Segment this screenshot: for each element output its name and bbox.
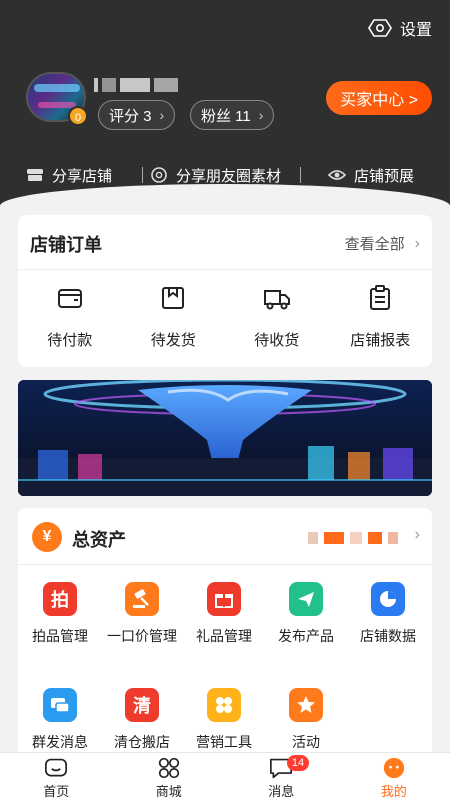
order-pending-shipment-label: 待发货 — [150, 332, 196, 349]
eye-icon — [328, 170, 346, 180]
order-pending-payment[interactable]: 待付款 — [18, 283, 122, 350]
wallet-icon — [57, 289, 82, 308]
tool-store-data[interactable]: 店铺数据 — [346, 582, 430, 646]
tool-fixed-price-manage[interactable]: 一口价管理 — [100, 582, 184, 646]
chevron-right-icon: › — [414, 234, 420, 252]
fans-label: 粉丝 11 — [201, 107, 251, 125]
store-report[interactable]: 店铺报表 — [329, 283, 433, 350]
star-icon — [289, 688, 323, 722]
total-assets-title: 总资产 — [72, 530, 126, 550]
yuan-icon: ¥ — [32, 522, 62, 552]
chevron-right-icon: › — [159, 107, 165, 123]
pie-chart-icon — [371, 582, 405, 616]
tool-marketing[interactable]: 营销工具 — [182, 688, 266, 752]
buyer-center-button[interactable]: 买家中心 > — [326, 81, 432, 115]
settings-icon — [368, 19, 392, 37]
chat-bubble-icon — [43, 688, 77, 722]
tool-store-data-label: 店铺数据 — [360, 628, 416, 644]
send-icon — [289, 582, 323, 616]
truck-icon — [263, 290, 290, 310]
tab-mall[interactable]: 商城 — [113, 753, 226, 800]
tool-gift-manage-label: 礼品管理 — [196, 628, 252, 644]
profile-header: 设置 0 评分 3 › 粉丝 11 › 买家中心 > 分享店铺 分享朋友圈素材 … — [0, 0, 450, 206]
store-preview-label: 店铺预展 — [354, 167, 415, 185]
clipboard-icon — [370, 285, 391, 310]
username-redacted — [94, 76, 204, 94]
assets-amount-redacted[interactable] — [308, 532, 398, 544]
auction-icon: 拍 — [43, 582, 77, 616]
tool-broadcast-message[interactable]: 群发消息 — [18, 688, 102, 752]
chevron-right-icon[interactable]: › — [415, 526, 420, 544]
arcade-banner-image — [18, 380, 432, 496]
home-icon — [45, 758, 68, 777]
tool-auction-manage[interactable]: 拍 拍品管理 — [18, 582, 102, 646]
order-pending-payment-label: 待付款 — [47, 332, 93, 349]
tool-publish-product[interactable]: 发布产品 — [264, 582, 348, 646]
tool-marketing-label: 营销工具 — [196, 734, 252, 750]
fans-chip[interactable]: 粉丝 11 › — [190, 100, 275, 130]
bottom-tab-bar: 首页 商城 14 消息 我的 — [0, 752, 450, 800]
tool-clearance-move-label: 清仓搬店 — [114, 734, 170, 750]
tab-messages[interactable]: 14 消息 — [225, 753, 338, 800]
apps-grid-icon — [158, 757, 179, 779]
tool-auction-manage-label: 拍品管理 — [32, 628, 88, 644]
share-store-label: 分享店铺 — [52, 167, 113, 185]
tool-fixed-price-manage-label: 一口价管理 — [107, 628, 177, 644]
tab-mine-label: 我的 — [380, 784, 407, 799]
view-all-label: 查看全部 — [344, 236, 405, 253]
message-count-badge: 14 — [287, 755, 309, 771]
share-store-button[interactable]: 分享店铺 — [26, 165, 112, 186]
clearance-icon: 清 — [125, 688, 159, 722]
store-icon — [27, 169, 43, 181]
score-label: 评分 3 — [109, 107, 152, 125]
camera-aperture-icon — [151, 167, 167, 183]
total-assets-card: ¥ 总资产 › 拍 拍品管理 一口价管理 礼品管理 发布产品 店铺数据 群发消息… — [18, 508, 432, 752]
store-orders-card: 店铺订单 查看全部 › 待付款 待发货 待收货 店铺报表 — [18, 215, 432, 367]
tool-gift-manage[interactable]: 礼品管理 — [182, 582, 266, 646]
profile-face-icon — [383, 757, 404, 779]
tool-activity-label: 活动 — [292, 734, 320, 750]
chevron-right-icon: › — [258, 107, 264, 123]
share-moments-button[interactable]: 分享朋友圈素材 — [150, 165, 281, 186]
order-pending-receipt-label: 待收货 — [254, 332, 300, 349]
order-pending-receipt[interactable]: 待收货 — [225, 283, 329, 350]
tab-home[interactable]: 首页 — [0, 753, 113, 800]
settings-label: 设置 — [399, 22, 432, 39]
share-moments-label: 分享朋友圈素材 — [176, 167, 282, 185]
score-chip[interactable]: 评分 3 › — [98, 100, 176, 130]
tab-messages-label: 消息 — [268, 784, 295, 799]
tab-home-label: 首页 — [43, 784, 70, 799]
store-orders-title: 店铺订单 — [30, 235, 102, 255]
store-preview-button[interactable]: 店铺预展 — [328, 165, 414, 186]
store-report-label: 店铺报表 — [350, 332, 411, 349]
grid-icon — [207, 688, 241, 722]
tool-broadcast-message-label: 群发消息 — [32, 734, 88, 750]
avatar-level-badge: 0 — [68, 106, 88, 126]
tab-mall-label: 商城 — [155, 784, 182, 799]
buyer-center-label: 买家中心 > — [340, 92, 418, 109]
package-icon — [162, 287, 185, 309]
tool-publish-product-label: 发布产品 — [278, 628, 334, 644]
gavel-icon — [125, 582, 159, 616]
promo-banner[interactable] — [18, 380, 432, 496]
settings-button[interactable]: 设置 — [368, 16, 432, 40]
gift-icon — [207, 582, 241, 616]
order-pending-shipment[interactable]: 待发货 — [122, 283, 226, 350]
view-all-orders-link[interactable]: 查看全部 › — [345, 233, 420, 254]
tool-clearance-move[interactable]: 清 清仓搬店 — [100, 688, 184, 752]
tab-mine[interactable]: 我的 — [338, 753, 450, 800]
tool-activity[interactable]: 活动 — [264, 688, 348, 752]
